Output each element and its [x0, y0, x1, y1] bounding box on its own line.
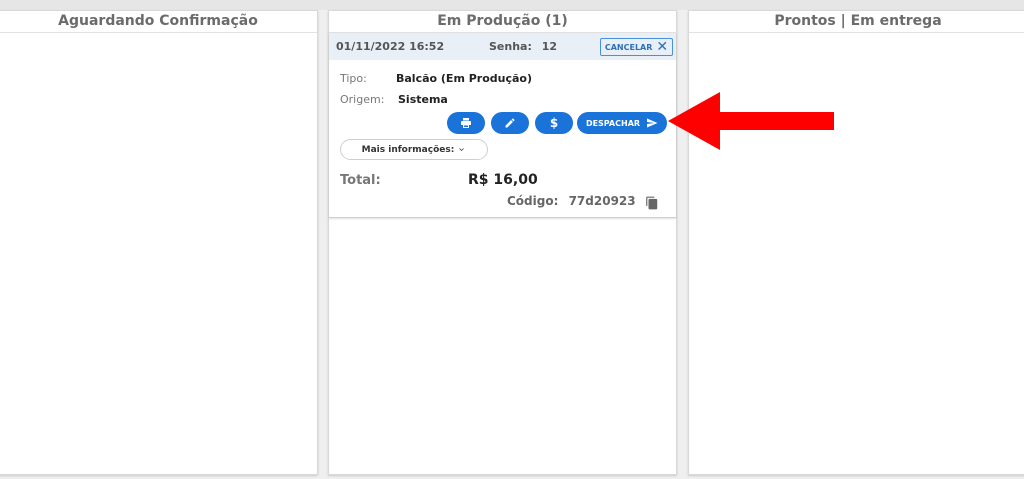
- send-icon: [647, 118, 658, 128]
- order-senha: Senha: 12: [489, 40, 557, 53]
- more-info-button[interactable]: Mais informações:: [340, 139, 488, 160]
- cancel-label: CANCELAR: [604, 42, 653, 52]
- pencil-icon: [505, 118, 515, 128]
- cancel-button[interactable]: CANCELAR ✕: [600, 38, 673, 56]
- codigo-label: Código:: [507, 194, 559, 208]
- senha-value: 12: [541, 40, 558, 53]
- dollar-icon: $: [549, 116, 559, 130]
- total-label: Total:: [340, 173, 381, 188]
- origem-value-row: Sistema: [398, 93, 448, 106]
- more-info-label: Mais informações:: [361, 144, 455, 155]
- order-code: Código: 77d20923: [507, 194, 636, 208]
- column-title: Prontos | Em entrega: [689, 11, 1024, 33]
- tipo-label: Tipo:: [340, 72, 367, 85]
- close-icon: ✕: [656, 39, 669, 55]
- senha-label: Senha:: [489, 40, 532, 53]
- order-datetime: 01/11/2022 16:52: [336, 40, 445, 53]
- total-value: R$ 16,00: [468, 172, 538, 188]
- column-title: Em Produção (1): [329, 11, 676, 33]
- dispatch-button[interactable]: DESPACHAR: [577, 112, 667, 134]
- column-awaiting-confirmation: Aguardando Confirmação: [0, 10, 318, 475]
- column-title: Aguardando Confirmação: [0, 11, 317, 33]
- tipo-value-row: Balcão (Em Produção): [396, 72, 532, 85]
- origem-label: Origem:: [340, 93, 385, 106]
- printer-icon: [461, 118, 471, 128]
- chevron-down-icon: [459, 148, 465, 151]
- order-card: 01/11/2022 16:52 Senha: 12 CANCELAR ✕ Ti…: [329, 33, 676, 218]
- print-button[interactable]: [447, 112, 485, 134]
- column-in-production: Em Produção (1) 01/11/2022 16:52 Senha: …: [328, 10, 677, 475]
- origem-row: Origem:: [340, 93, 384, 106]
- top-bar: [0, 0, 1024, 10]
- copy-icon[interactable]: [645, 196, 659, 210]
- order-card-header: 01/11/2022 16:52 Senha: 12 CANCELAR ✕: [329, 33, 676, 60]
- payment-button[interactable]: $: [535, 112, 573, 134]
- red-arrow-annotation: [668, 92, 834, 150]
- codigo-value: 77d20923: [568, 194, 636, 208]
- column-ready-delivery: Prontos | Em entrega: [688, 10, 1024, 475]
- tipo-value: Balcão (Em Produção): [396, 72, 533, 85]
- edit-button[interactable]: [491, 112, 529, 134]
- origem-value: Sistema: [398, 93, 448, 106]
- dispatch-label: DESPACHAR: [585, 118, 641, 128]
- tipo-row: Tipo:: [340, 72, 367, 85]
